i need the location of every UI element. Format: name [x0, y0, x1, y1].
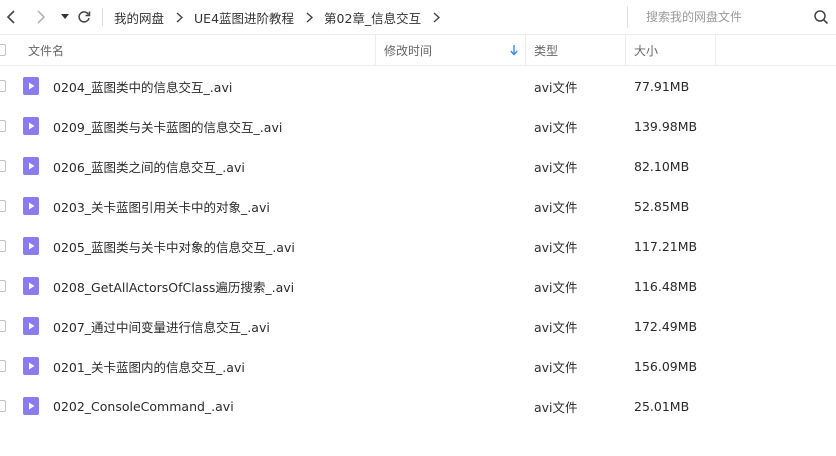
- table-row[interactable]: 0204_蓝图类中的信息交互_.avi avi文件 77.91MB: [0, 66, 836, 106]
- file-type: avi文件: [534, 359, 578, 375]
- video-file-icon: [23, 117, 39, 135]
- file-name[interactable]: 0208_GetAllActorsOfClass遍历搜索_.avi: [53, 266, 294, 306]
- search-box: [627, 6, 835, 28]
- forward-button[interactable]: [30, 0, 52, 34]
- breadcrumb-item-chapter[interactable]: 第02章_信息交互: [324, 8, 421, 27]
- table-row[interactable]: 0205_蓝图类与关卡中对象的信息交互_.avi avi文件 117.21MB: [0, 226, 836, 266]
- table-row[interactable]: 0202_ConsoleCommand_.avi avi文件 25.01MB: [0, 386, 836, 426]
- video-file-icon: [23, 357, 39, 375]
- video-file-icon: [23, 157, 39, 175]
- row-checkbox[interactable]: [0, 80, 6, 92]
- file-name[interactable]: 0201_关卡蓝图内的信息交互_.avi: [53, 346, 245, 386]
- file-size: 139.98MB: [634, 118, 698, 134]
- row-checkbox[interactable]: [0, 280, 6, 292]
- chevron-left-icon: [6, 10, 15, 24]
- column-header-type[interactable]: 类型: [534, 35, 558, 65]
- history-dropdown-button[interactable]: [58, 0, 72, 34]
- breadcrumb-separator: [421, 11, 451, 23]
- column-divider: [625, 35, 626, 65]
- table-row[interactable]: 0201_关卡蓝图内的信息交互_.avi avi文件 156.09MB: [0, 346, 836, 386]
- search-icon[interactable]: [813, 9, 829, 25]
- file-type: avi文件: [534, 399, 578, 415]
- row-checkbox[interactable]: [0, 400, 6, 412]
- file-type: avi文件: [534, 319, 578, 335]
- column-header-size[interactable]: 大小: [634, 35, 658, 65]
- row-checkbox[interactable]: [0, 160, 6, 172]
- sort-down-arrow-icon[interactable]: [509, 44, 519, 56]
- row-checkbox[interactable]: [0, 120, 6, 132]
- breadcrumb-separator: [164, 11, 194, 23]
- file-type: avi文件: [534, 239, 578, 255]
- file-type: avi文件: [534, 279, 578, 295]
- chevron-right-icon: [306, 11, 313, 23]
- file-size: 117.21MB: [634, 238, 698, 254]
- table-row[interactable]: 0207_通过中间变量进行信息交互_.avi avi文件 172.49MB: [0, 306, 836, 346]
- table-row[interactable]: 0203_关卡蓝图引用关卡中的对象_.avi avi文件 52.85MB: [0, 186, 836, 226]
- file-type: avi文件: [534, 119, 578, 135]
- column-divider: [375, 35, 376, 65]
- column-header-modified[interactable]: 修改时间: [384, 35, 432, 65]
- refresh-icon: [78, 11, 91, 23]
- back-button[interactable]: [0, 0, 22, 34]
- breadcrumb-item-course[interactable]: UE4蓝图进阶教程: [194, 8, 294, 27]
- file-name[interactable]: 0206_蓝图类之间的信息交互_.avi: [53, 146, 245, 186]
- file-type: avi文件: [534, 159, 578, 175]
- file-size: 25.01MB: [634, 398, 690, 414]
- row-checkbox[interactable]: [0, 360, 6, 372]
- column-divider: [715, 35, 716, 65]
- video-file-icon: [23, 77, 39, 95]
- table-row[interactable]: 0209_蓝图类与关卡蓝图的信息交互_.avi avi文件 139.98MB: [0, 106, 836, 146]
- row-checkbox[interactable]: [0, 200, 6, 212]
- breadcrumb-item-root[interactable]: 我的网盘: [114, 8, 164, 27]
- refresh-button[interactable]: [74, 0, 94, 34]
- chevron-right-icon: [37, 10, 46, 24]
- file-size: 116.48MB: [634, 278, 698, 294]
- file-size: 77.91MB: [634, 78, 690, 94]
- breadcrumb-separator: [294, 11, 324, 23]
- file-name[interactable]: 0202_ConsoleCommand_.avi: [53, 386, 234, 426]
- caret-down-icon: [61, 14, 69, 19]
- chevron-right-icon: [176, 11, 183, 23]
- file-name[interactable]: 0207_通过中间变量进行信息交互_.avi: [53, 306, 270, 346]
- video-file-icon: [23, 397, 39, 415]
- table-row[interactable]: 0206_蓝图类之间的信息交互_.avi avi文件 82.10MB: [0, 146, 836, 186]
- select-all-checkbox[interactable]: [0, 44, 6, 56]
- file-list-header: 文件名 修改时间 类型 大小: [0, 34, 836, 66]
- file-name[interactable]: 0203_关卡蓝图引用关卡中的对象_.avi: [53, 186, 270, 226]
- video-file-icon: [23, 237, 39, 255]
- toolbar: 我的网盘 UE4蓝图进阶教程 第02章_信息交互: [0, 0, 836, 34]
- file-size: 82.10MB: [634, 158, 690, 174]
- video-file-icon: [23, 197, 39, 215]
- chevron-right-icon: [433, 11, 440, 23]
- file-list: 0204_蓝图类中的信息交互_.avi avi文件 77.91MB 0209_蓝…: [0, 66, 836, 426]
- column-divider: [525, 35, 526, 65]
- toolbar-divider: [102, 8, 103, 26]
- row-checkbox[interactable]: [0, 320, 6, 332]
- breadcrumb: 我的网盘 UE4蓝图进阶教程 第02章_信息交互: [114, 0, 451, 34]
- row-checkbox[interactable]: [0, 240, 6, 252]
- video-file-icon: [23, 277, 39, 295]
- file-size: 172.49MB: [634, 318, 698, 334]
- file-name[interactable]: 0204_蓝图类中的信息交互_.avi: [53, 66, 232, 106]
- file-type: avi文件: [534, 79, 578, 95]
- search-input[interactable]: [646, 10, 816, 24]
- table-row[interactable]: 0208_GetAllActorsOfClass遍历搜索_.avi avi文件 …: [0, 266, 836, 306]
- file-name[interactable]: 0205_蓝图类与关卡中对象的信息交互_.avi: [53, 226, 295, 266]
- video-file-icon: [23, 317, 39, 335]
- file-type: avi文件: [534, 199, 578, 215]
- column-header-name[interactable]: 文件名: [28, 35, 64, 65]
- file-size: 156.09MB: [634, 358, 698, 374]
- file-size: 52.85MB: [634, 198, 690, 214]
- file-name[interactable]: 0209_蓝图类与关卡蓝图的信息交互_.avi: [53, 106, 282, 146]
